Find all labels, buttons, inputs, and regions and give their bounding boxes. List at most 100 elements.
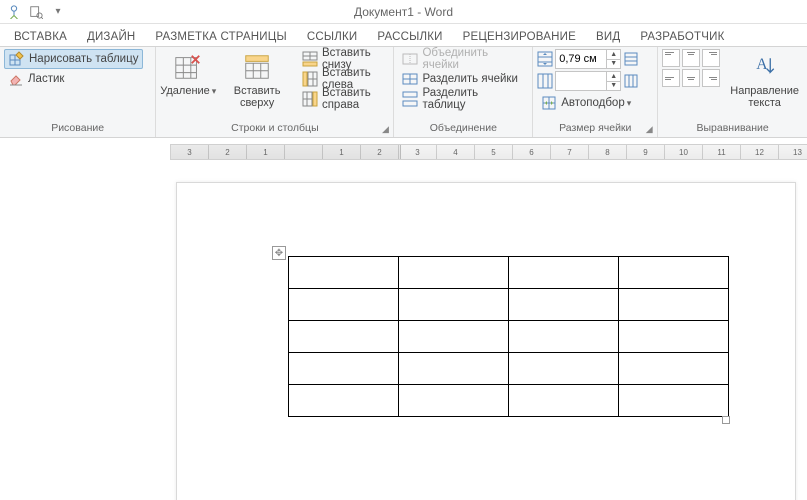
- table-cell[interactable]: [399, 353, 509, 385]
- align-mr[interactable]: [702, 69, 720, 87]
- cell-size-launcher-icon[interactable]: ◢: [643, 123, 655, 135]
- window-title: Документ1 - Word: [354, 5, 453, 19]
- text-direction-label: Направление текста: [730, 85, 799, 109]
- qat-customize-icon[interactable]: ▾: [50, 4, 66, 20]
- horizontal-ruler[interactable]: 32112345678910111213: [170, 144, 807, 160]
- table-cell[interactable]: [509, 257, 619, 289]
- table-cell[interactable]: [289, 385, 399, 417]
- insert-right-button[interactable]: Вставить справа: [298, 89, 390, 109]
- pencil-table-icon: [9, 51, 25, 67]
- draw-table-label: Нарисовать таблицу: [29, 53, 138, 65]
- table-cell[interactable]: [619, 385, 729, 417]
- split-table-label: Разделить таблицу: [422, 87, 524, 111]
- delete-icon: [172, 51, 204, 83]
- text-direction-button[interactable]: A Направление текста: [726, 49, 803, 111]
- insert-below-button[interactable]: Вставить снизу: [298, 49, 390, 69]
- svg-text:A: A: [756, 56, 768, 73]
- merge-cells-label: Объединить ячейки: [422, 47, 524, 71]
- table-cell[interactable]: [399, 385, 509, 417]
- table-cell[interactable]: [509, 385, 619, 417]
- group-alignment-label: Выравнивание: [662, 120, 803, 137]
- print-preview-icon[interactable]: [28, 4, 44, 20]
- distribute-cols-icon[interactable]: [623, 73, 639, 89]
- document-area: 32112345678910111213 ✥: [0, 138, 807, 500]
- titlebar: ▾ Документ1 - Word: [0, 0, 807, 24]
- insert-above-button[interactable]: Вставить сверху: [220, 49, 294, 111]
- table-cell[interactable]: [619, 289, 729, 321]
- insert-left-icon: [302, 71, 318, 87]
- delete-button[interactable]: Удаление: [160, 49, 216, 99]
- eraser-button[interactable]: Ластик: [4, 69, 143, 89]
- table-cell[interactable]: [619, 353, 729, 385]
- text-direction-icon: A: [749, 51, 781, 83]
- table-cell[interactable]: [399, 257, 509, 289]
- split-table-icon: [402, 91, 418, 107]
- row-height-value[interactable]: [556, 50, 606, 68]
- touch-mode-icon[interactable]: [6, 4, 22, 20]
- autofit-icon: [541, 95, 557, 111]
- tab-references[interactable]: ССЫЛКИ: [297, 28, 368, 46]
- group-cell-size-label: Размер ячейки: [537, 120, 653, 137]
- row-height-up[interactable]: ▲: [606, 50, 620, 59]
- col-width-down[interactable]: ▼: [606, 81, 620, 91]
- table-cell[interactable]: [289, 321, 399, 353]
- align-tr[interactable]: [702, 49, 720, 67]
- col-width-input[interactable]: ▲▼: [555, 71, 621, 91]
- tab-developer[interactable]: РАЗРАБОТЧИК: [630, 28, 734, 46]
- delete-label: Удаление: [160, 85, 216, 97]
- table-resize-handle[interactable]: [722, 416, 730, 424]
- group-draw: Нарисовать таблицу Ластик Рисование: [0, 47, 156, 137]
- document-table[interactable]: [288, 256, 729, 417]
- col-width-up[interactable]: ▲: [606, 72, 620, 81]
- tab-mailings[interactable]: РАССЫЛКИ: [367, 28, 452, 46]
- insert-right-label: Вставить справа: [322, 87, 386, 111]
- draw-table-button[interactable]: Нарисовать таблицу: [4, 49, 143, 69]
- tab-view[interactable]: ВИД: [586, 28, 630, 46]
- align-mc[interactable]: [682, 69, 700, 87]
- group-rows-cols: Удаление Вставить сверху Вставить снизу …: [156, 47, 394, 137]
- table-cell[interactable]: [509, 289, 619, 321]
- col-width-value[interactable]: [556, 72, 606, 90]
- align-ml[interactable]: [662, 69, 680, 87]
- group-alignment: A Направление текста Выравнивание: [658, 47, 807, 137]
- insert-left-button[interactable]: Вставить слева: [298, 69, 390, 89]
- align-tc[interactable]: [682, 49, 700, 67]
- split-table-button[interactable]: Разделить таблицу: [398, 89, 528, 109]
- group-draw-label: Рисование: [4, 120, 151, 137]
- col-width-icon: [537, 73, 553, 89]
- autofit-button[interactable]: Автоподбор: [537, 93, 639, 113]
- distribute-rows-icon[interactable]: [623, 51, 639, 67]
- table-cell[interactable]: [619, 257, 729, 289]
- row-height-down[interactable]: ▼: [606, 59, 620, 69]
- tab-insert[interactable]: ВСТАВКА: [4, 28, 77, 46]
- autofit-label: Автоподбор: [561, 97, 631, 109]
- merge-cells-button: Объединить ячейки: [398, 49, 528, 69]
- insert-below-icon: [302, 51, 318, 67]
- ribbon: Нарисовать таблицу Ластик Рисование Удал…: [0, 46, 807, 138]
- table-cell[interactable]: [619, 321, 729, 353]
- row-height-input[interactable]: ▲▼: [555, 49, 621, 69]
- tab-page-layout[interactable]: РАЗМЕТКА СТРАНИЦЫ: [145, 28, 296, 46]
- eraser-label: Ластик: [28, 73, 64, 85]
- tab-review[interactable]: РЕЦЕНЗИРОВАНИЕ: [453, 28, 586, 46]
- table-cell[interactable]: [399, 321, 509, 353]
- group-merge: Объединить ячейки Разделить ячейки Разде…: [394, 47, 533, 137]
- group-merge-label: Объединение: [398, 120, 528, 137]
- split-cells-label: Разделить ячейки: [422, 73, 517, 85]
- table-cell[interactable]: [399, 289, 509, 321]
- insert-above-icon: [241, 51, 273, 83]
- alignment-grid: [662, 49, 720, 87]
- eraser-icon: [8, 71, 24, 87]
- group-cell-size: ▲▼ ▲▼ Автоподбор Размер яче: [533, 47, 658, 137]
- tab-design[interactable]: ДИЗАЙН: [77, 28, 145, 46]
- split-cells-button[interactable]: Разделить ячейки: [398, 69, 528, 89]
- table-cell[interactable]: [289, 353, 399, 385]
- table-cell[interactable]: [289, 257, 399, 289]
- table-cell[interactable]: [289, 289, 399, 321]
- rows-cols-launcher-icon[interactable]: ◢: [379, 123, 391, 135]
- table-cell[interactable]: [509, 353, 619, 385]
- table-cell[interactable]: [509, 321, 619, 353]
- insert-right-icon: [302, 91, 318, 107]
- table-move-handle[interactable]: ✥: [272, 246, 286, 260]
- align-tl[interactable]: [662, 49, 680, 67]
